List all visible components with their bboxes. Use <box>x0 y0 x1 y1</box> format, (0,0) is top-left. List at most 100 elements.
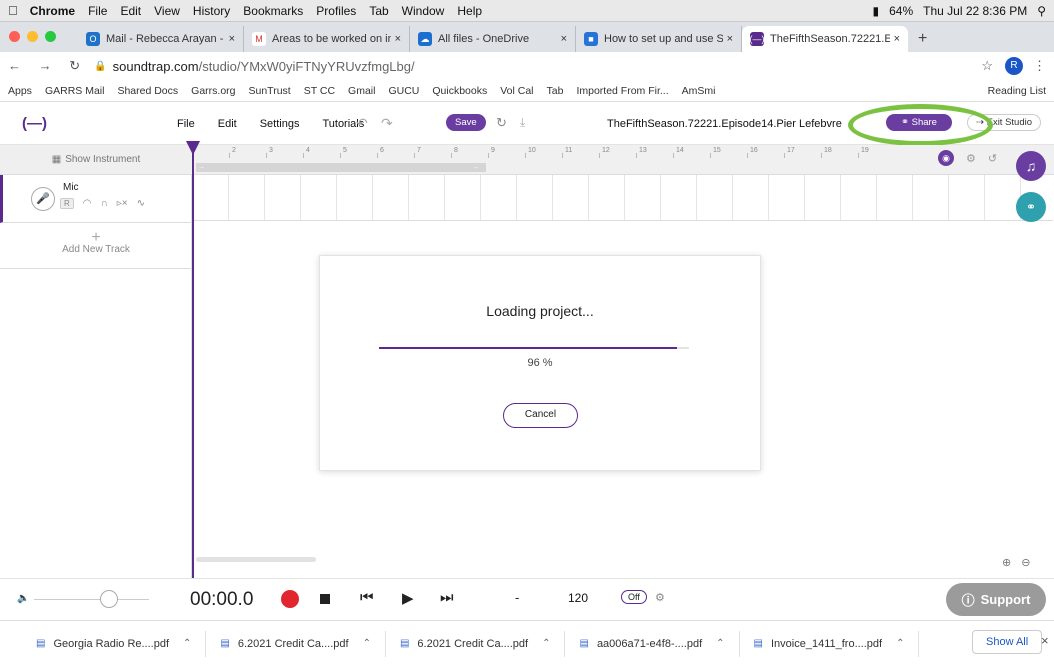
settings-gear-icon[interactable]: ⚙ <box>966 152 976 165</box>
kebab-menu-icon[interactable]: ⋮ <box>1033 58 1046 74</box>
microphone-icon[interactable]: 🎤 <box>31 187 55 211</box>
close-window-button[interactable] <box>9 31 20 42</box>
apple-icon[interactable]:  <box>8 3 18 18</box>
stop-button[interactable] <box>320 594 330 604</box>
track-mic[interactable]: 🎤 Mic R ◠ ∩ ▹× ∿ <box>0 175 192 223</box>
record-button[interactable] <box>281 590 299 608</box>
bookmark-item[interactable]: SunTrust <box>249 85 291 97</box>
studio-menu-settings[interactable]: Settings <box>260 118 300 130</box>
download-item[interactable]: ▤ Georgia Radio Re....pdf ⌃ <box>0 630 207 657</box>
metronome-toggle[interactable]: Off <box>621 590 647 604</box>
browser-tab[interactable]: (—) TheFifthSeason.72221.Episode × <box>742 26 908 52</box>
close-tab-icon[interactable]: × <box>894 33 900 45</box>
rewind-icon[interactable]: ⏮ <box>360 589 374 606</box>
menu-window[interactable]: Window <box>402 4 445 18</box>
forward-icon[interactable]: → <box>39 58 52 73</box>
maximize-window-button[interactable] <box>45 31 56 42</box>
track-name[interactable]: Mic <box>63 182 79 193</box>
menu-tab[interactable]: Tab <box>369 4 388 18</box>
close-tab-icon[interactable]: × <box>561 33 567 45</box>
play-icon[interactable]: ▶ <box>402 589 414 607</box>
close-tab-icon[interactable]: × <box>727 33 733 45</box>
volume-knob[interactable] <box>99 590 118 608</box>
bookmark-item[interactable]: Apps <box>8 85 32 97</box>
menu-chrome[interactable]: Chrome <box>30 4 75 18</box>
studio-menu-edit[interactable]: Edit <box>218 118 237 130</box>
speaker-icon[interactable]: 🔈 <box>17 593 29 604</box>
browser-tab[interactable]: M Areas to be worked on in Faith × <box>244 26 410 52</box>
metronome-settings-icon[interactable]: ⚙ <box>655 591 665 604</box>
mute-icon[interactable]: ▹× <box>117 198 128 209</box>
headphones-icon[interactable]: ∩ <box>101 198 108 209</box>
bookmark-item[interactable]: Gmail <box>348 85 375 97</box>
horizontal-scrollbar[interactable] <box>192 555 992 565</box>
battery-icon[interactable]: ▮ <box>873 4 880 18</box>
chevron-up-icon[interactable]: ⌃ <box>183 638 191 649</box>
soundtrap-logo-icon[interactable]: (—) <box>22 115 47 132</box>
download-icon[interactable]: ⤓ <box>520 115 525 130</box>
master-volume-slider[interactable] <box>34 590 149 608</box>
back-icon[interactable]: ← <box>8 58 21 73</box>
fast-forward-icon[interactable]: ⏭ <box>440 589 454 606</box>
menu-profiles[interactable]: Profiles <box>316 4 356 18</box>
url-field[interactable]: soundtrap.com/studio/YMxW0yiFTNyYRUvzfmg… <box>113 59 982 74</box>
bookmark-item[interactable]: Imported From Fir... <box>576 85 668 97</box>
menu-edit[interactable]: Edit <box>120 4 141 18</box>
menu-bookmarks[interactable]: Bookmarks <box>243 4 303 18</box>
chevron-up-icon[interactable]: ⌃ <box>896 638 904 649</box>
profile-avatar[interactable]: R <box>1005 57 1023 75</box>
support-button[interactable]: ⓘ Support <box>946 583 1046 616</box>
bookmark-item[interactable]: Garrs.org <box>191 85 235 97</box>
close-downloads-icon[interactable]: × <box>1041 633 1049 648</box>
menu-help[interactable]: Help <box>457 4 482 18</box>
bookmark-item[interactable]: Tab <box>547 85 564 97</box>
download-item[interactable]: ▤ aa006a71-e4f8-....pdf ⌃ <box>565 630 740 657</box>
track-lane-grid[interactable] <box>193 175 1053 221</box>
music-note-button[interactable]: ♫ <box>1016 151 1046 181</box>
minimize-window-button[interactable] <box>27 31 38 42</box>
close-tab-icon[interactable]: × <box>229 33 235 45</box>
key-selector[interactable]: - <box>515 590 519 605</box>
bookmark-item[interactable]: Reading List <box>988 85 1046 97</box>
zoom-out-icon[interactable]: ⊖ <box>1021 556 1030 569</box>
loop-icon[interactable]: ↺ <box>988 152 997 165</box>
volume-knob-icon[interactable]: ◠ <box>83 198 92 209</box>
save-button[interactable]: Save <box>446 114 486 131</box>
bookmark-star-icon[interactable]: ☆ <box>981 58 993 74</box>
menu-view[interactable]: View <box>154 4 180 18</box>
cancel-button[interactable]: Cancel <box>503 403 578 428</box>
search-icon[interactable]: ⚲ <box>1037 4 1046 18</box>
bookmark-item[interactable]: GUCU <box>388 85 419 97</box>
loop-region[interactable]: → ← <box>196 163 486 172</box>
tempo-bpm[interactable]: 120 <box>568 591 588 605</box>
new-tab-button[interactable]: + <box>918 26 927 52</box>
bookmark-item[interactable]: GARRS Mail <box>45 85 105 97</box>
browser-tab[interactable]: ☁ All files - OneDrive × <box>410 26 576 52</box>
download-item[interactable]: ▤ 6.2021 Credit Ca....pdf ⌃ <box>386 630 566 657</box>
studio-menu-file[interactable]: File <box>177 118 195 130</box>
redo-icon[interactable]: ↷ <box>381 115 393 132</box>
bookmark-item[interactable]: AmSmi <box>682 85 716 97</box>
timeline-ruler[interactable]: 2 3 4 5 6 7 8 9 10 11 12 13 14 15 16 17 18 19 → ← <box>192 145 1054 175</box>
chevron-up-icon[interactable]: ⌃ <box>716 638 724 649</box>
undo-icon[interactable]: ↶ <box>356 115 368 132</box>
reload-icon[interactable]: ↻ <box>69 58 80 73</box>
chevron-up-icon[interactable]: ⌃ <box>542 638 550 649</box>
browser-tab[interactable]: O Mail - Rebecca Arayan - Outlo × <box>78 26 244 52</box>
chevron-up-icon[interactable]: ⌃ <box>363 638 371 649</box>
zoom-in-icon[interactable]: ⊕ <box>1002 556 1011 569</box>
show-instrument-button[interactable]: ▦ Show Instrument <box>0 145 192 175</box>
download-item[interactable]: ▤ Invoice_1411_fro....pdf ⌃ <box>740 630 920 657</box>
bookmark-item[interactable]: Quickbooks <box>432 85 487 97</box>
show-all-downloads-button[interactable]: Show All <box>972 630 1043 654</box>
close-tab-icon[interactable]: × <box>395 33 401 45</box>
collaborate-button[interactable]: ⚭ <box>1016 192 1046 222</box>
effects-icon[interactable]: ∿ <box>137 198 145 209</box>
browser-tab[interactable]: ■ How to set up and use Soundt × <box>576 26 742 52</box>
add-new-track-button[interactable]: + Add New Track <box>0 223 192 269</box>
scroll-thumb[interactable] <box>196 557 316 562</box>
bookmark-item[interactable]: Vol Cal <box>500 85 533 97</box>
bookmark-item[interactable]: ST CC <box>304 85 335 97</box>
clock[interactable]: Thu Jul 22 8:36 PM <box>923 4 1027 18</box>
menu-file[interactable]: File <box>88 4 107 18</box>
